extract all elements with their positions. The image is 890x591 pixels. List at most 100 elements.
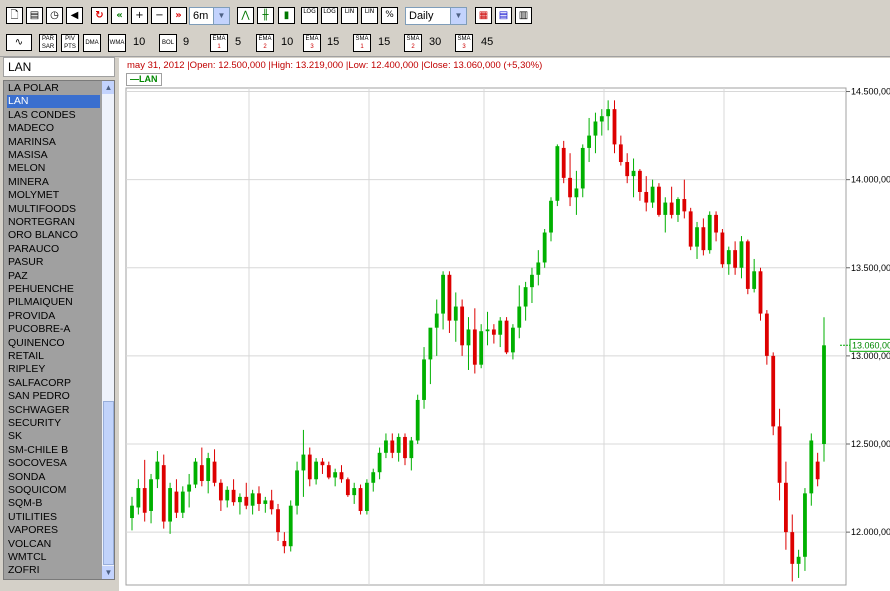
symbol-item[interactable]: LA POLAR (7, 82, 100, 95)
percent-icon[interactable]: % (381, 7, 398, 24)
candle-body (441, 274, 445, 314)
sma1-button[interactable]: SMA 1 (353, 34, 371, 52)
symbol-scrollbar[interactable]: ▲ ▼ (102, 81, 114, 579)
sma2-button[interactable]: SMA 2 (404, 34, 422, 52)
wma-button[interactable]: WMA (108, 34, 126, 52)
log-scale-icon[interactable]: LOG (301, 7, 318, 24)
linear-compare-icon[interactable]: LIN (361, 7, 378, 24)
ema3-index: 3 (310, 44, 314, 50)
ema1-button[interactable]: EMA 1 (210, 34, 228, 52)
symbol-item[interactable]: MADECO (7, 122, 100, 135)
refresh-icon[interactable]: ↻ (91, 7, 108, 24)
bollinger-button[interactable]: BOL (159, 34, 177, 52)
symbol-item[interactable]: MARINSA (7, 136, 100, 149)
sma1-period[interactable]: 15 (378, 36, 390, 48)
chevron-down-icon[interactable]: ▼ (102, 566, 114, 579)
symbol-list[interactable]: LA POLAR LAN LAS CONDES MADECO MARINSA MASISA… (3, 80, 115, 580)
ohlc-chart-icon[interactable]: ╫ (257, 7, 274, 24)
symbol-item[interactable]: RETAIL (7, 350, 100, 363)
symbol-header[interactable]: LAN (3, 57, 115, 77)
period-select[interactable]: 6m ▼ (189, 7, 230, 25)
scrollbar-thumb[interactable] (103, 401, 114, 565)
symbol-item[interactable]: ZOFRI (7, 564, 100, 577)
candle-body (796, 556, 801, 564)
candle-body (517, 306, 522, 328)
symbol-item[interactable]: WMTCL (7, 551, 100, 564)
wma-period[interactable]: 10 (133, 36, 145, 48)
candle-body (504, 320, 509, 353)
symbol-item[interactable]: SK (7, 430, 100, 443)
sma3-button[interactable]: SMA 3 (455, 34, 473, 52)
symbol-item[interactable]: PARAUCO (7, 243, 100, 256)
symbol-item[interactable]: MELON (7, 162, 100, 175)
save-icon[interactable]: ▤ (26, 7, 43, 24)
symbol-item[interactable]: SM-CHILE B (7, 444, 100, 457)
candle-chart-icon[interactable]: ▮ (278, 7, 295, 24)
symbol-item[interactable]: RIPLEY (7, 363, 100, 376)
dma-button[interactable]: DMA (83, 34, 101, 52)
bollinger-period[interactable]: 9 (183, 36, 189, 48)
sound-icon[interactable]: ◀ (66, 7, 83, 24)
candle-body (688, 211, 693, 247)
symbol-item[interactable]: MASISA (7, 149, 100, 162)
symbol-item[interactable]: LAN (7, 95, 100, 109)
trendline-icon[interactable]: ∿ (6, 34, 32, 51)
interval-select[interactable]: Daily ▼ (405, 7, 467, 25)
price-chart[interactable]: 12.000,00 12.500,00 13.000,00 13.500,00 14.0… (119, 58, 890, 591)
symbol-item[interactable]: UTILITIES (7, 511, 100, 524)
rewind-icon[interactable]: « (111, 7, 128, 24)
log-compare-icon[interactable]: LOG (321, 7, 338, 24)
colors-icon[interactable]: ▤ (495, 7, 512, 24)
symbol-item[interactable]: MOLYMET (7, 189, 100, 202)
ema3-button[interactable]: EMA 3 (303, 34, 321, 52)
symbol-item[interactable]: MULTIFOODS (7, 203, 100, 216)
symbol-item[interactable]: QUINENCO (7, 337, 100, 350)
symbol-item[interactable]: PROVIDA (7, 310, 100, 323)
symbol-item[interactable]: SALFACORP (7, 377, 100, 390)
symbol-item[interactable]: PAZ (7, 270, 100, 283)
symbol-item[interactable]: ORO BLANCO (7, 229, 100, 242)
candle-body (345, 479, 350, 496)
symbol-item[interactable]: SAN PEDRO (7, 390, 100, 403)
candle-body (720, 232, 725, 265)
symbol-item[interactable]: SQM-B (7, 497, 100, 510)
symbol-item[interactable]: SOCOVESA (7, 457, 100, 470)
pivot-points-button[interactable]: PIV PTS (61, 34, 79, 52)
symbol-item[interactable]: VAPORES (7, 524, 100, 537)
chart-panel[interactable]: 12.000,00 12.500,00 13.000,00 13.500,00 14.0… (119, 58, 890, 591)
compare-icon[interactable]: ▦ (475, 7, 492, 24)
ema2-period[interactable]: 10 (281, 36, 293, 48)
symbol-item[interactable]: PASUR (7, 256, 100, 269)
symbol-item[interactable]: MINERA (7, 176, 100, 189)
par-sar-button[interactable]: PAR SAR (39, 34, 57, 52)
symbol-item[interactable]: SONDA (7, 471, 100, 484)
zoom-out-icon[interactable]: − (151, 7, 168, 24)
linear-scale-icon[interactable]: LIN (341, 7, 358, 24)
candle-body (479, 331, 484, 365)
symbol-item[interactable]: VOLCAN (7, 538, 100, 551)
symbol-item[interactable]: PILMAIQUEN (7, 296, 100, 309)
candle-body (403, 436, 407, 459)
chevron-down-icon[interactable]: ▼ (213, 8, 229, 24)
ema1-period[interactable]: 5 (235, 36, 241, 48)
new-chart-icon[interactable]: 🗋 (6, 7, 23, 24)
symbol-item[interactable]: NORTEGRAN (7, 216, 100, 229)
symbol-item[interactable]: SECURITY (7, 417, 100, 430)
symbol-item[interactable]: PEHUENCHE (7, 283, 100, 296)
symbol-item[interactable]: PUCOBRE-A (7, 323, 100, 336)
candle-body (530, 274, 534, 288)
clock-icon[interactable]: ◷ (46, 7, 63, 24)
sma3-period[interactable]: 45 (481, 36, 493, 48)
grid-icon[interactable]: ▥ (515, 7, 532, 24)
line-chart-icon[interactable]: ⋀ (237, 7, 254, 24)
symbol-item[interactable]: SCHWAGER (7, 404, 100, 417)
ema2-button[interactable]: EMA 2 (256, 34, 274, 52)
zoom-in-icon[interactable]: + (131, 7, 148, 24)
chevron-up-icon[interactable]: ▲ (102, 81, 114, 94)
symbol-item[interactable]: LAS CONDES (7, 109, 100, 122)
forward-icon[interactable]: » (170, 7, 187, 24)
sma2-period[interactable]: 30 (429, 36, 441, 48)
ema3-period[interactable]: 15 (327, 36, 339, 48)
symbol-item[interactable]: SOQUICOM (7, 484, 100, 497)
chevron-down-icon[interactable]: ▼ (450, 8, 466, 24)
